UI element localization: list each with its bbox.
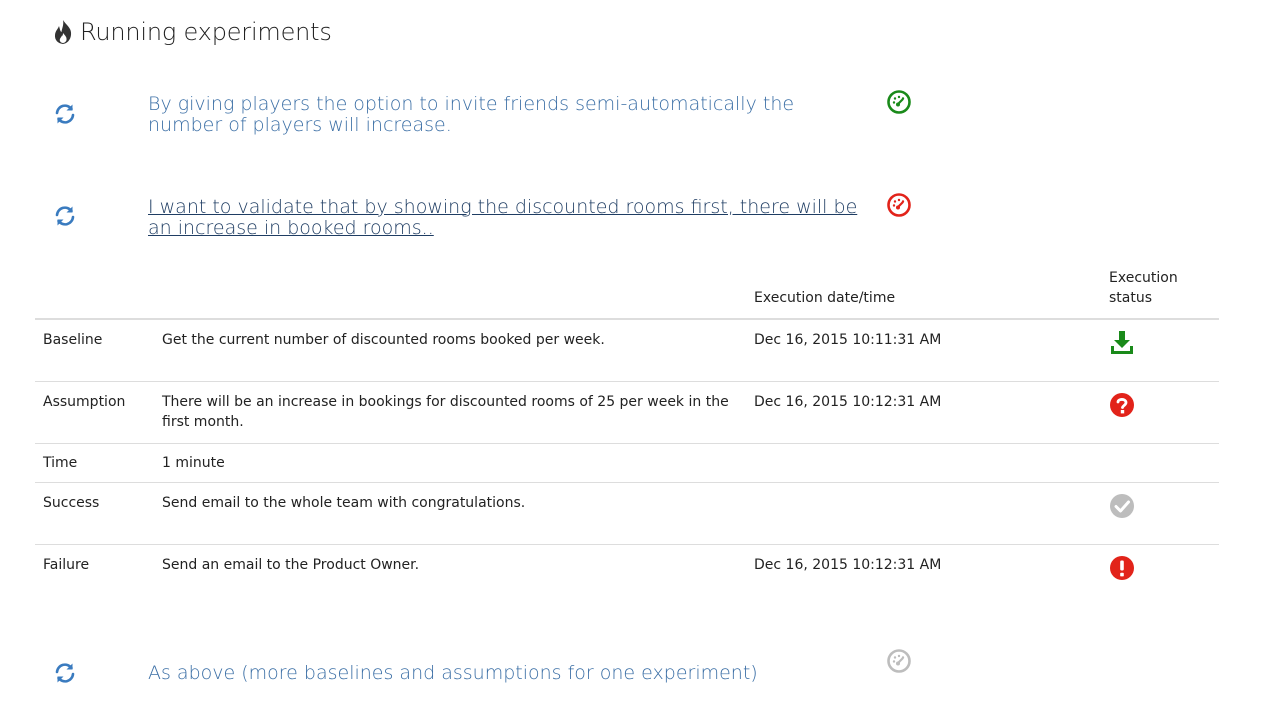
table-row: Assumption There will be an increase in … (35, 381, 1219, 444)
row-status (1101, 318, 1219, 382)
row-status (1101, 482, 1219, 545)
experiment-hypothesis-link[interactable]: I want to validate that by showing the d… (148, 197, 863, 239)
fire-icon (54, 20, 72, 44)
row-description: Send email to the whole team with congra… (154, 482, 746, 545)
row-date: Dec 16, 2015 10:12:31 AM (746, 544, 1101, 606)
column-header-status: Execution status (1101, 268, 1219, 320)
refresh-icon[interactable] (52, 101, 78, 127)
table-row: Failure Send an email to the Product Own… (35, 544, 1219, 606)
row-status (1101, 381, 1219, 444)
row-type: Baseline (35, 318, 154, 382)
exclamation-circle-icon[interactable] (1109, 555, 1135, 581)
row-description: There will be an increase in bookings fo… (154, 381, 746, 444)
page-title-text: Running experiments (80, 18, 332, 46)
dashboard-gauge-icon (887, 90, 911, 114)
table-header-row: Execution date/time Execution status (35, 268, 1219, 320)
refresh-icon[interactable] (52, 203, 78, 229)
question-circle-icon[interactable] (1109, 392, 1135, 418)
row-description: Get the current number of discounted roo… (154, 318, 746, 382)
row-date (746, 443, 1101, 483)
dashboard-gauge-icon (887, 649, 911, 673)
column-header-type (35, 268, 154, 320)
refresh-icon[interactable] (52, 660, 78, 686)
row-date: Dec 16, 2015 10:11:31 AM (746, 318, 1101, 382)
row-status (1101, 544, 1219, 606)
column-header-description (154, 268, 746, 320)
experiment-hypothesis[interactable]: As above (more baselines and assumptions… (148, 663, 863, 684)
row-description: Send an email to the Product Owner. (154, 544, 746, 606)
check-circle-icon[interactable] (1109, 493, 1135, 519)
download-icon[interactable] (1109, 330, 1135, 356)
table-row: Baseline Get the current number of disco… (35, 318, 1219, 382)
experiment-hypothesis[interactable]: By giving players the option to invite f… (148, 94, 863, 136)
column-header-status-label: Execution status (1109, 270, 1178, 306)
table-row: Time 1 minute (35, 443, 1219, 483)
row-date: Dec 16, 2015 10:12:31 AM (746, 381, 1101, 444)
table-row: Success Send email to the whole team wit… (35, 482, 1219, 545)
row-type: Assumption (35, 381, 154, 444)
row-description: 1 minute (154, 443, 746, 483)
dashboard-gauge-icon (887, 193, 911, 217)
experiment-details-table: Execution date/time Execution status Bas… (35, 268, 1219, 606)
row-type: Success (35, 482, 154, 545)
row-date (746, 482, 1101, 545)
row-type: Failure (35, 544, 154, 606)
column-header-date: Execution date/time (746, 268, 1101, 320)
row-type: Time (35, 443, 154, 483)
page-title: Running experiments (52, 18, 332, 46)
row-status (1101, 443, 1219, 483)
